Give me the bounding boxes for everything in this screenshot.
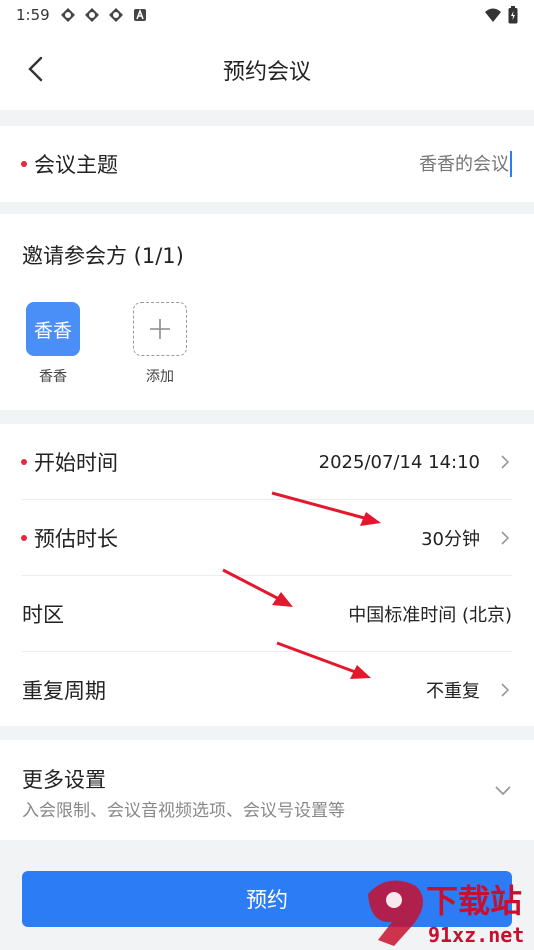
duration-value: 30分钟: [421, 529, 480, 550]
repeat-value: 不重复: [426, 681, 480, 702]
start-time-label: 开始时间: [34, 451, 118, 475]
more-settings-title: 更多设置: [22, 768, 106, 792]
chevron-right-icon: [501, 531, 510, 545]
settings-card: 开始时间 2025/07/14 14:10 预估时长 30分钟 时区 中国标准时…: [0, 424, 534, 726]
chevron-right-icon: [501, 455, 510, 469]
more-settings-card[interactable]: 更多设置 入会限制、会议音视频选项、会议号设置等: [0, 740, 534, 840]
avatar: 香香: [26, 302, 80, 356]
app-notification-icon: [60, 8, 75, 22]
keyboard-notification-icon: [133, 8, 146, 21]
start-time-value: 2025/07/14 14:10: [318, 451, 480, 473]
chevron-down-icon[interactable]: [494, 784, 512, 798]
topic-label: 会议主题: [34, 153, 118, 177]
invite-title: 邀请参会方 (1/1): [22, 244, 184, 268]
back-button[interactable]: [20, 54, 50, 84]
required-dot: [21, 161, 27, 167]
topic-card: 会议主题: [0, 126, 534, 202]
nav-header: 预约会议: [0, 30, 534, 110]
chevron-left-icon: [28, 56, 43, 82]
app-notification-icon: [108, 8, 123, 22]
repeat-row[interactable]: 重复周期 不重复: [0, 652, 534, 728]
topic-input[interactable]: [309, 153, 509, 175]
plus-icon: [150, 319, 170, 339]
required-dot: [21, 459, 27, 465]
topic-row[interactable]: 会议主题: [0, 126, 534, 202]
timezone-value: 中国标准时间 (北京): [348, 605, 512, 626]
invite-card: 邀请参会方 (1/1) 香香 香香 添加: [0, 214, 534, 410]
page-title: 预约会议: [222, 60, 311, 85]
watermark-text: 下载站: [426, 882, 522, 920]
battery-icon: [508, 6, 518, 24]
timezone-label: 时区: [22, 603, 64, 627]
chevron-right-icon: [501, 683, 510, 697]
status-bar: 1:59: [0, 0, 534, 30]
required-dot: [21, 535, 27, 541]
duration-label: 预估时长: [34, 527, 118, 551]
repeat-label: 重复周期: [22, 679, 106, 703]
participant-name: 香香: [39, 369, 67, 385]
app-notification-icon: [84, 8, 99, 22]
watermark-url: 91xz.net: [428, 923, 524, 947]
start-time-row[interactable]: 开始时间 2025/07/14 14:10: [0, 424, 534, 500]
more-settings-subtitle: 入会限制、会议音视频选项、会议号设置等: [22, 801, 345, 821]
text-cursor: [510, 151, 512, 177]
add-participant-button[interactable]: 添加: [130, 302, 190, 386]
add-label: 添加: [146, 369, 174, 385]
wifi-icon: [485, 8, 501, 22]
duration-row[interactable]: 预估时长 30分钟: [0, 500, 534, 576]
status-time: 1:59: [16, 6, 50, 24]
participant-item[interactable]: 香香 香香: [23, 302, 83, 386]
watermark-logo: 下载站 91xz.net: [368, 880, 524, 947]
timezone-row[interactable]: 时区 中国标准时间 (北京): [0, 576, 534, 652]
